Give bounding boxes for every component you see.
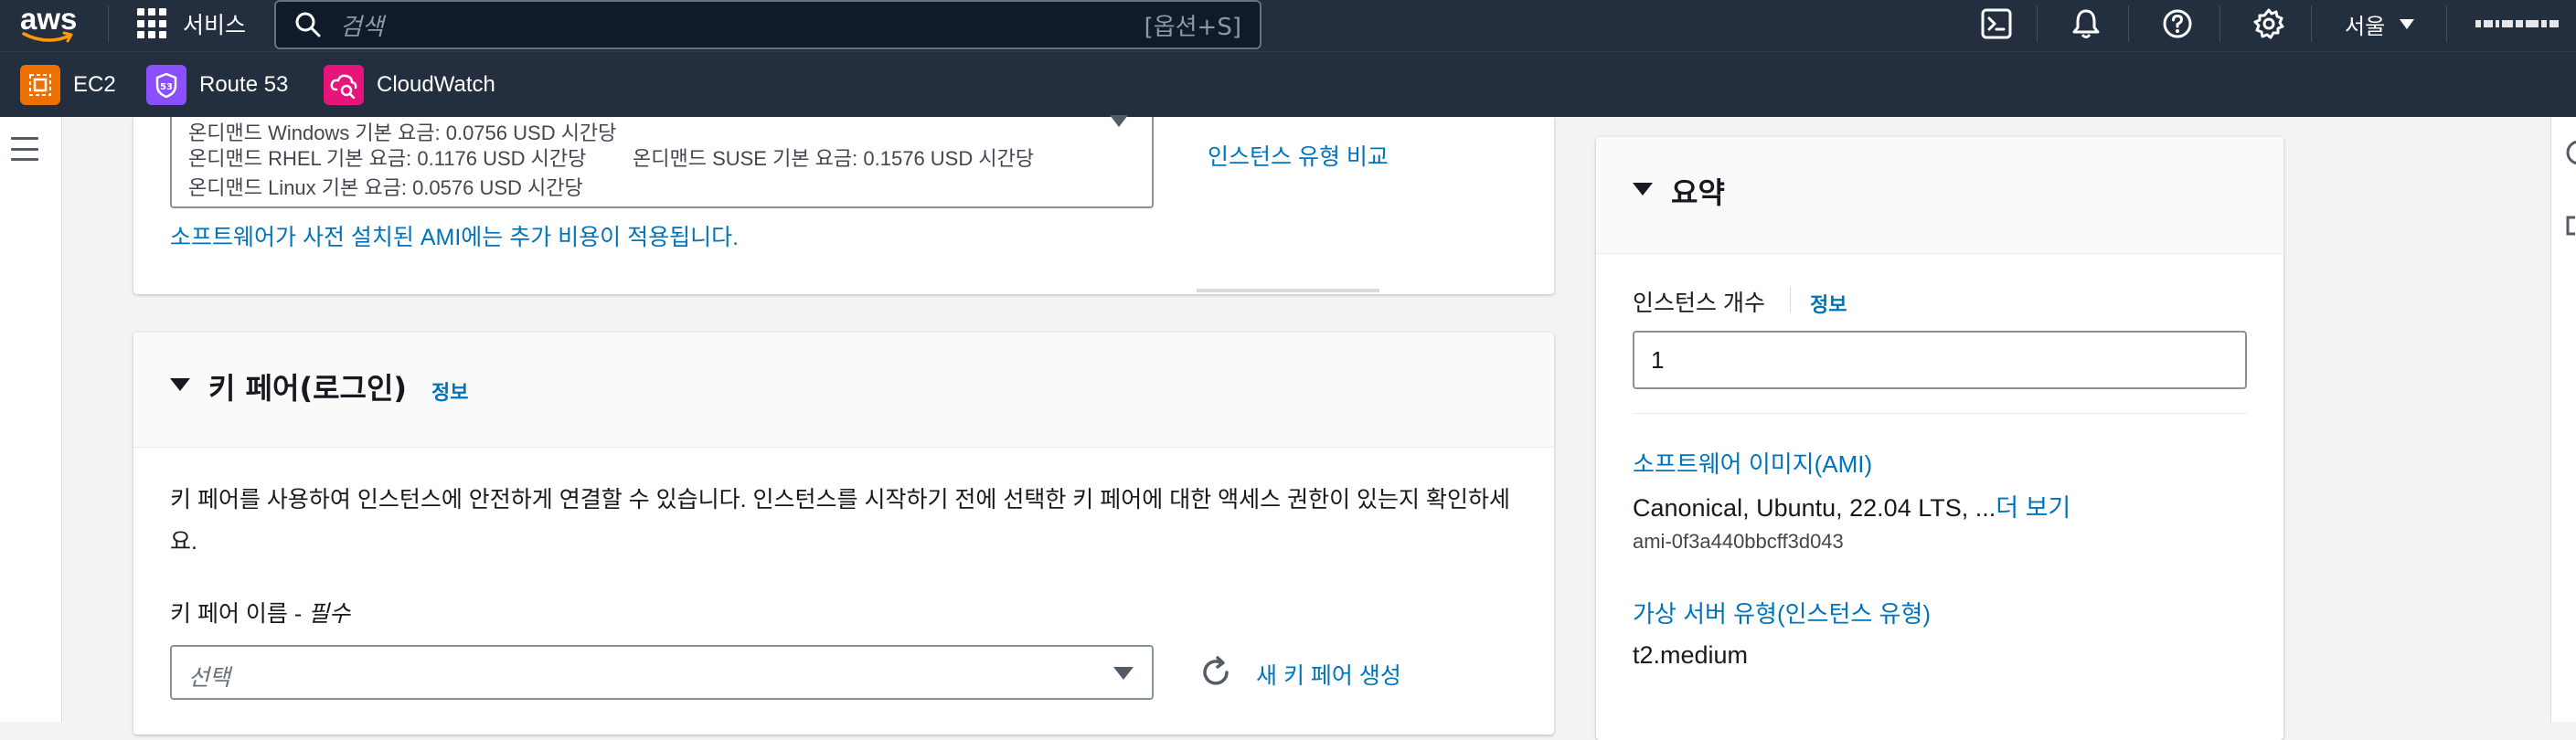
keypair-panel-header: 키 페어(로그인) 정보 (133, 333, 1554, 448)
search-placeholder: 검색 (340, 13, 384, 41)
tutorial-icon[interactable] (2564, 214, 2576, 238)
services-label: 서비스 (183, 12, 247, 38)
favorite-ec2[interactable]: EC2 (20, 65, 116, 105)
price-linux: 온디맨드 Linux 기본 요금: 0.0576 USD 시간당 (188, 176, 583, 199)
instance-count-input[interactable]: 1 (1633, 331, 2247, 389)
svg-text:53: 53 (160, 82, 173, 92)
favorite-route53[interactable]: 53 Route 53 (146, 65, 288, 105)
instance-count-info-link[interactable]: 정보 (1810, 289, 1847, 318)
nav-divider (2037, 5, 2038, 42)
cloudwatch-icon (324, 65, 364, 105)
search-shortcut: [옵션+S] (1144, 13, 1241, 41)
keypair-info-link[interactable]: 정보 (431, 376, 468, 406)
divider (1197, 289, 1379, 292)
ami-link[interactable]: 소프트웨어 이미지(AMI) (1633, 446, 1872, 480)
search-icon (295, 12, 321, 37)
summary-header: 요약 (1596, 137, 2283, 254)
ami-name: Canonical, Ubuntu, 22.04 LTS, ...더 보기 (1633, 494, 2071, 522)
route53-icon: 53 (146, 65, 186, 105)
favorites-bar: EC2 53 Route 53 CloudWatch (0, 51, 2576, 117)
collapse-icon[interactable] (170, 378, 190, 391)
keypair-title: 키 페어(로그인) (208, 371, 408, 406)
instance-type-select[interactable]: 온디맨드 Windows 기본 요금: 0.0756 USD 시간당 온디맨드 … (170, 115, 1154, 208)
price-rhel: 온디맨드 RHEL 기본 요금: 0.1176 USD 시간당 (188, 147, 587, 170)
help-icon (2163, 9, 2192, 38)
services-menu-button[interactable]: 서비스 (137, 0, 246, 48)
region-label: 서울 (2345, 13, 2386, 39)
favorite-label: CloudWatch (377, 72, 495, 97)
region-selector[interactable]: 서울 (2345, 0, 2415, 48)
summary-title: 요약 (1671, 175, 1725, 210)
summary-panel: 요약 인스턴스 개수 정보 1 소프트웨어 이미지(AMI) Canonical… (1596, 137, 2283, 740)
grid-icon (137, 8, 168, 39)
side-navigation-rail (0, 117, 62, 722)
settings-button[interactable] (2251, 5, 2287, 42)
ami-id: ami-0f3a440bbcff3d043 (1633, 530, 1844, 553)
nav-divider (108, 5, 109, 42)
divider (1790, 287, 1791, 312)
help-button[interactable] (2159, 5, 2196, 42)
menu-icon[interactable] (11, 137, 38, 161)
top-navigation: aws 서비스 검색 [옵션+S] 서울 (0, 0, 2576, 51)
keypair-name-label: 키 페어 이름 - 필수 (170, 601, 351, 627)
refresh-button[interactable] (1194, 650, 1238, 694)
favorite-label: EC2 (73, 72, 116, 97)
caret-down-icon (1113, 667, 1134, 680)
divider (1633, 413, 2247, 414)
instance-type-value: t2.medium (1633, 641, 1749, 669)
bell-icon (2072, 9, 2100, 38)
settings-icon (2253, 8, 2284, 39)
collapse-icon[interactable] (1633, 183, 1653, 196)
keypair-select[interactable]: 선택 (170, 645, 1154, 700)
favorite-label: Route 53 (199, 72, 289, 97)
ami-cost-note-link[interactable]: 소프트웨어가 사전 설치된 AMI에는 추가 비용이 적용됩니다. (170, 219, 739, 252)
show-more-link[interactable]: 더 보기 (1996, 494, 2070, 522)
keypair-description: 키 페어를 사용하여 인스턴스에 안전하게 연결할 수 있습니다. 인스턴스를 … (170, 487, 1510, 555)
cloudshell-icon (1981, 8, 2012, 39)
refresh-icon (1203, 656, 1229, 685)
required-label: 필수 (308, 601, 351, 627)
caret-down-icon (2400, 18, 2415, 29)
create-keypair-link[interactable]: 새 키 페어 생성 (1256, 658, 1401, 691)
instance-type-link[interactable]: 가상 서버 유형(인스턴스 유형) (1633, 596, 1931, 629)
keypair-panel: 키 페어(로그인) 정보 키 페어를 사용하여 인스턴스에 안전하게 연결할 수… (133, 333, 1554, 735)
nav-divider (2311, 5, 2312, 42)
instance-type-panel: 온디맨드 Windows 기본 요금: 0.0756 USD 시간당 온디맨드 … (133, 115, 1554, 294)
nav-divider (2219, 5, 2220, 42)
instance-count-label: 인스턴스 개수 (1633, 291, 1765, 316)
tools-panel-rail (2550, 117, 2576, 722)
account-menu[interactable] (2475, 18, 2567, 29)
aws-smile-icon (22, 31, 73, 43)
ec2-icon (20, 65, 60, 105)
info-circle-icon[interactable] (2564, 139, 2576, 166)
nav-divider (2446, 5, 2447, 42)
caret-down-icon (1110, 115, 1128, 127)
price-suse: 온디맨드 SUSE 기본 요금: 0.1576 USD 시간당 (633, 147, 1035, 170)
notifications-button[interactable] (2068, 5, 2104, 42)
aws-logo[interactable]: aws (20, 2, 79, 46)
compare-instance-types-link[interactable]: 인스턴스 유형 비교 (1208, 139, 1389, 172)
nav-divider (2128, 5, 2129, 42)
favorite-cloudwatch[interactable]: CloudWatch (324, 65, 495, 105)
cloudshell-button[interactable] (1978, 5, 2015, 42)
keypair-select-placeholder: 선택 (188, 665, 231, 691)
search-input[interactable]: 검색 [옵션+S] (274, 0, 1261, 49)
